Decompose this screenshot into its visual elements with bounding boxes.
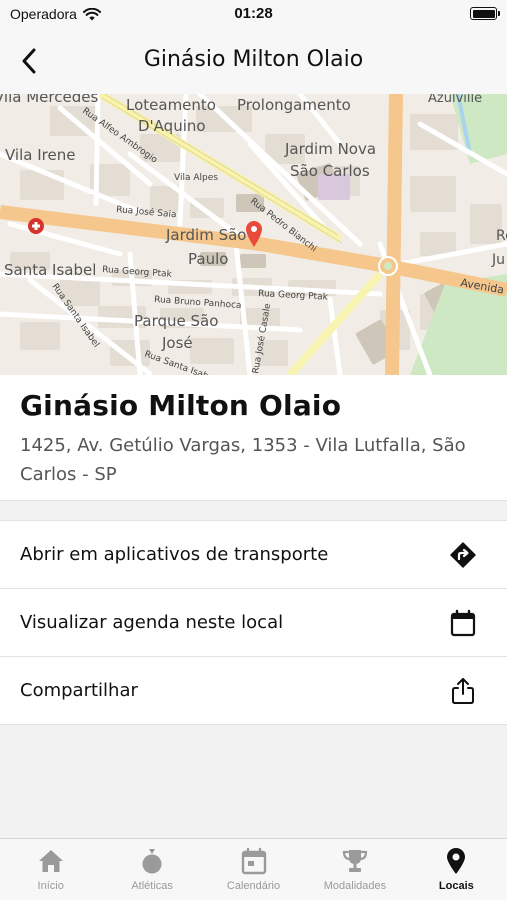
tab-label: Locais	[438, 880, 474, 892]
calendar-icon	[450, 609, 476, 637]
tab-calendario[interactable]: Calendário	[203, 839, 304, 900]
tab-modalidades[interactable]: Modalidades	[304, 839, 405, 900]
tab-label: Modalidades	[323, 880, 387, 892]
map-label-mercedes: Vila Mercedes	[0, 94, 98, 106]
action-label: Abrir em aplicativos de transporte	[20, 544, 329, 565]
map-label-prolongamento: Prolongamento	[237, 96, 351, 114]
map-label-jose: José	[161, 334, 193, 352]
map-label-jardim-sao: Jardim São	[165, 226, 246, 244]
view-schedule-button[interactable]: Visualizar agenda neste local	[0, 589, 507, 657]
map-label-daquino: D'Aquino	[138, 117, 206, 135]
place-name: Ginásio Milton Olaio	[20, 389, 342, 422]
actions-list: Abrir em aplicativos de transporte Visua…	[0, 520, 507, 725]
map-label-sao-carlos: São Carlos	[290, 162, 370, 180]
location-map[interactable]: Vila Mercedes Loteamento D'Aquino Prolon…	[0, 94, 507, 375]
share-button[interactable]: Compartilhar	[0, 657, 507, 725]
tab-label: Início	[37, 880, 64, 892]
hospital-icon	[28, 218, 44, 234]
navigation-bar: Ginásio Milton Olaio	[0, 30, 507, 94]
map-label-azulville: Azulville	[428, 94, 482, 106]
tab-label: Calendário	[226, 880, 281, 892]
share-icon	[452, 678, 474, 704]
map-label-ju: Ju	[491, 252, 505, 268]
map-label-vila-irene: Vila Irene	[5, 146, 75, 164]
map-label-parque-sao: Parque São	[134, 312, 218, 330]
map-label-jardim-nova: Jardim Nova	[284, 140, 376, 158]
tab-label: Atléticas	[131, 880, 173, 892]
open-transport-apps-button[interactable]: Abrir em aplicativos de transporte	[0, 521, 507, 589]
trophy-icon	[342, 850, 368, 872]
location-pin-icon	[447, 848, 466, 874]
tab-inicio[interactable]: Início	[0, 839, 101, 900]
action-label: Visualizar agenda neste local	[20, 612, 284, 633]
map-label-vila-alpes: Vila Alpes	[174, 173, 218, 183]
battery-icon	[470, 7, 500, 20]
tab-atleticas[interactable]: Atléticas	[101, 839, 202, 900]
directions-icon	[450, 542, 476, 568]
map-label-paulo: Paulo	[188, 250, 228, 268]
tab-bar: Início Atléticas Calendário Modalidades	[0, 838, 507, 900]
map-label-loteamento: Loteamento	[126, 96, 216, 114]
place-address: 1425, Av. Getúlio Vargas, 1353 - Vila Lu…	[20, 435, 466, 485]
status-time: 01:28	[234, 5, 273, 22]
action-label: Compartilhar	[20, 680, 138, 701]
tab-locais[interactable]: Locais	[406, 839, 507, 900]
place-info-card: Ginásio Milton Olaio 1425, Av. Getúlio V…	[0, 375, 507, 501]
map-label-re: Re	[496, 228, 507, 244]
status-bar: Operadora 01:28	[0, 0, 507, 30]
home-icon	[38, 850, 63, 872]
map-label-santa-isabel: Santa Isabel	[4, 261, 96, 279]
medal-icon	[142, 849, 162, 874]
calendar-icon	[241, 847, 266, 875]
page-title: Ginásio Milton Olaio	[143, 47, 364, 72]
